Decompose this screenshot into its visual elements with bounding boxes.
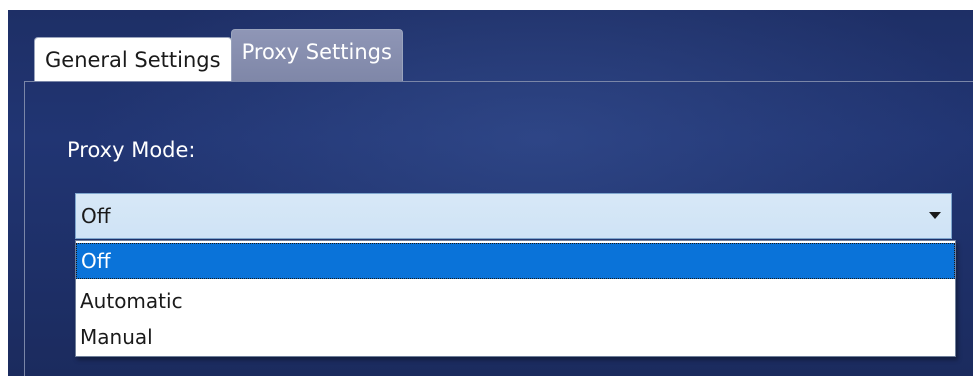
proxy-mode-dropdown-list: Off Automatic Manual	[75, 240, 956, 357]
chevron-down-icon[interactable]	[929, 212, 941, 219]
proxy-mode-option-manual[interactable]: Manual	[76, 319, 955, 355]
proxy-mode-label: Proxy Mode:	[67, 138, 196, 162]
settings-window: General Settings Proxy Settings Proxy Mo…	[8, 10, 973, 376]
tab-proxy-settings[interactable]: Proxy Settings	[230, 29, 403, 81]
tab-general-settings-label: General Settings	[45, 47, 221, 72]
proxy-mode-option-automatic[interactable]: Automatic	[76, 283, 955, 319]
proxy-mode-option-off[interactable]: Off	[76, 243, 955, 279]
proxy-mode-selected-value: Off	[81, 204, 111, 228]
proxy-mode-combobox[interactable]: Off	[75, 193, 952, 239]
tab-general-settings[interactable]: General Settings	[34, 37, 232, 81]
tab-proxy-settings-label: Proxy Settings	[241, 39, 392, 64]
tab-bar: General Settings Proxy Settings	[34, 27, 403, 81]
